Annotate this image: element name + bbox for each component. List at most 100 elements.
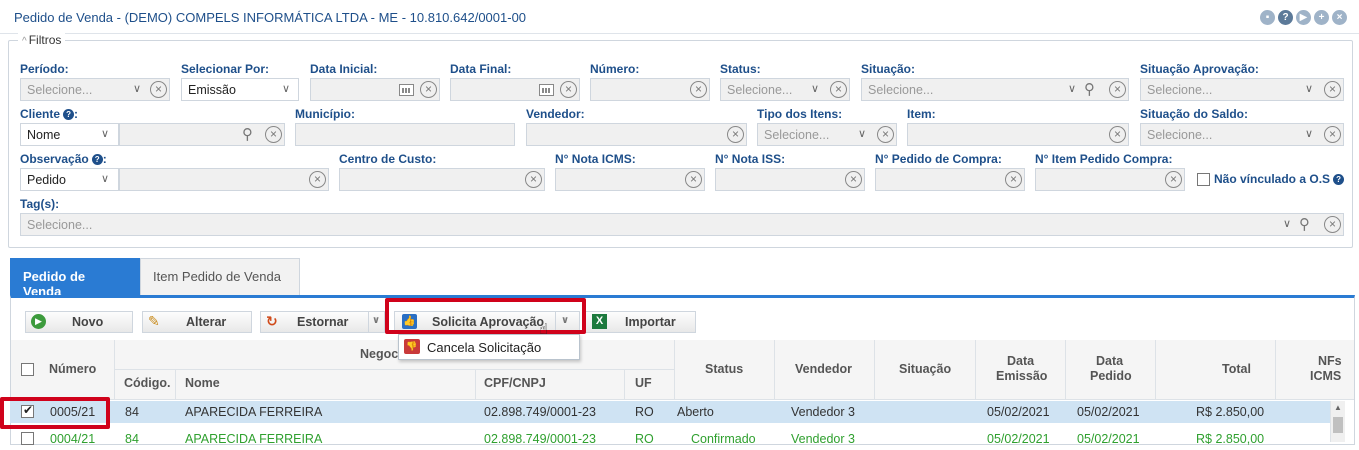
collapse-icon[interactable]: ^ [22,36,27,47]
vendedor-input[interactable]: × [526,123,747,146]
header-numero[interactable]: Número [11,340,115,400]
search-icon[interactable]: ⚲ [1084,80,1095,98]
header-data-emissao[interactable]: Data Emissão [976,340,1066,400]
header-uf[interactable]: UF [625,370,675,400]
cliente-input[interactable]: ⚲ × [119,123,285,146]
clear-icon[interactable]: × [265,126,282,143]
header-situacao[interactable]: Situação [875,340,976,400]
search-icon[interactable]: ⚲ [242,125,253,143]
tab-item-pedido-venda[interactable]: Item Pedido de Venda [140,258,300,295]
selecionar-por-label: Selecionar Por: [181,62,270,76]
situacao-label: Situação: [861,62,916,76]
header-nome[interactable]: Nome [176,370,476,400]
status-label: Status: [720,62,761,76]
header-nfs-icms[interactable]: NFs ICMS [1276,340,1354,400]
menu-item-cancela-solicitacao[interactable]: Cancela Solicitação [427,340,541,355]
situacao-select[interactable]: Selecione... ∨ ⚲ × [861,78,1129,101]
clear-icon[interactable]: × [1165,171,1182,188]
nota-iss-input[interactable]: × [715,168,865,191]
chevron-down-icon[interactable]: ∨ [372,315,380,326]
alterar-button[interactable]: ✎ Alterar [142,311,252,333]
chevron-down-icon: ∨ [858,128,867,140]
clear-icon[interactable]: × [1324,126,1341,143]
data-final-input[interactable]: × [450,78,580,101]
tab-pedido-venda[interactable]: Pedido de Venda [10,258,140,299]
calendar-icon[interactable] [539,84,554,96]
clear-icon[interactable]: × [845,171,862,188]
header-total[interactable]: Total [1156,340,1276,400]
header-cpf[interactable]: CPF/CNPJ [476,370,625,400]
data-inicial-input[interactable]: × [310,78,440,101]
chevron-down-icon: ∨ [1305,83,1314,95]
status-select[interactable]: Selecione... ∨ × [720,78,850,101]
importar-button[interactable]: X Importar [584,311,696,333]
item-pedido-compra-label: N° Item Pedido Compra: [1035,152,1173,166]
scroll-thumb[interactable] [1333,417,1343,433]
header-data-pedido[interactable]: Data Pedido [1066,340,1156,400]
clear-icon[interactable]: × [1109,81,1126,98]
clear-icon[interactable]: × [560,81,577,98]
vertical-scrollbar[interactable]: ▲ [1330,401,1345,442]
periodo-select[interactable]: Selecione... ∨ × [20,78,170,101]
table-row[interactable]: 0004/21 84 APARECIDA FERREIRA 02.898.749… [10,428,1330,450]
clear-icon[interactable]: × [727,126,744,143]
filters-legend[interactable]: ^ Filtros [18,33,66,47]
close-icon[interactable]: × [1332,10,1347,25]
table-row[interactable]: ✔ 0005/21 84 APARECIDA FERREIRA 02.898.7… [10,401,1330,423]
numero-label: Número: [590,62,640,76]
header-status[interactable]: Status [675,340,775,400]
pedido-compra-label: N° Pedido de Compra: [875,152,1002,166]
highlight-row [0,397,110,429]
clear-icon[interactable]: × [1324,81,1341,98]
help-icon[interactable]: ? [1333,174,1345,185]
row-checkbox[interactable] [21,432,34,445]
observacao-type-select[interactable]: Pedido ∨ [20,168,119,191]
clear-icon[interactable]: × [420,81,437,98]
observacao-label: Observação?: [20,152,107,166]
cliente-type-select[interactable]: Nome ∨ [20,123,119,146]
novo-button[interactable]: ▶ Novo [25,311,133,333]
help-icon[interactable]: ? [91,154,103,165]
numero-input[interactable]: × [590,78,710,101]
clear-icon[interactable]: × [877,126,894,143]
search-icon[interactable]: ⚲ [1299,215,1310,233]
situacao-aprovacao-select[interactable]: Selecione... ∨ × [1140,78,1344,101]
add-icon[interactable]: + [1314,10,1329,25]
clear-icon[interactable]: × [525,171,542,188]
help-icon[interactable]: ? [1278,10,1293,25]
minimize-icon[interactable]: ▪ [1260,10,1275,25]
clear-icon[interactable]: × [309,171,326,188]
item-input[interactable]: × [907,123,1129,146]
header-codigo[interactable]: Código. [115,370,176,400]
pedido-compra-input[interactable]: × [875,168,1025,191]
help-icon[interactable]: ? [63,109,75,120]
clear-icon[interactable]: × [1324,216,1341,233]
header-vendedor[interactable]: Vendedor [775,340,875,400]
centro-custo-input[interactable]: × [339,168,545,191]
clear-icon[interactable]: × [1109,126,1126,143]
nao-vinculado-checkbox[interactable] [1197,173,1210,186]
tags-select[interactable]: Selecione... ∨ ⚲ × [20,213,1344,236]
clear-icon[interactable]: × [1005,171,1022,188]
selecionar-por-select[interactable]: Emissão ∨ [181,78,299,101]
calendar-icon[interactable] [399,84,414,96]
municipio-input[interactable] [295,123,515,146]
situacao-saldo-select[interactable]: Selecione... ∨ × [1140,123,1344,146]
observacao-input[interactable]: × [119,168,329,191]
clear-icon[interactable]: × [690,81,707,98]
clear-icon[interactable]: × [685,171,702,188]
excel-icon: X [592,314,607,329]
estornar-button[interactable]: ↻ Estornar ∨ [260,311,385,333]
play-icon[interactable]: ▶ [1296,10,1311,25]
select-all-checkbox[interactable] [21,363,34,376]
clear-icon[interactable]: × [830,81,847,98]
tipo-itens-select[interactable]: Selecione... ∨ × [757,123,897,146]
item-pedido-compra-input[interactable]: × [1035,168,1185,191]
nao-vinculado-label: Não vínculado a O.S? [1214,172,1345,186]
centro-custo-label: Centro de Custo: [339,152,437,166]
header-negocio-group: Negoc [115,340,675,370]
scroll-up-icon[interactable]: ▲ [1334,403,1342,412]
clear-icon[interactable]: × [150,81,167,98]
chevron-down-icon: ∨ [282,83,291,95]
nota-icms-input[interactable]: × [555,168,705,191]
